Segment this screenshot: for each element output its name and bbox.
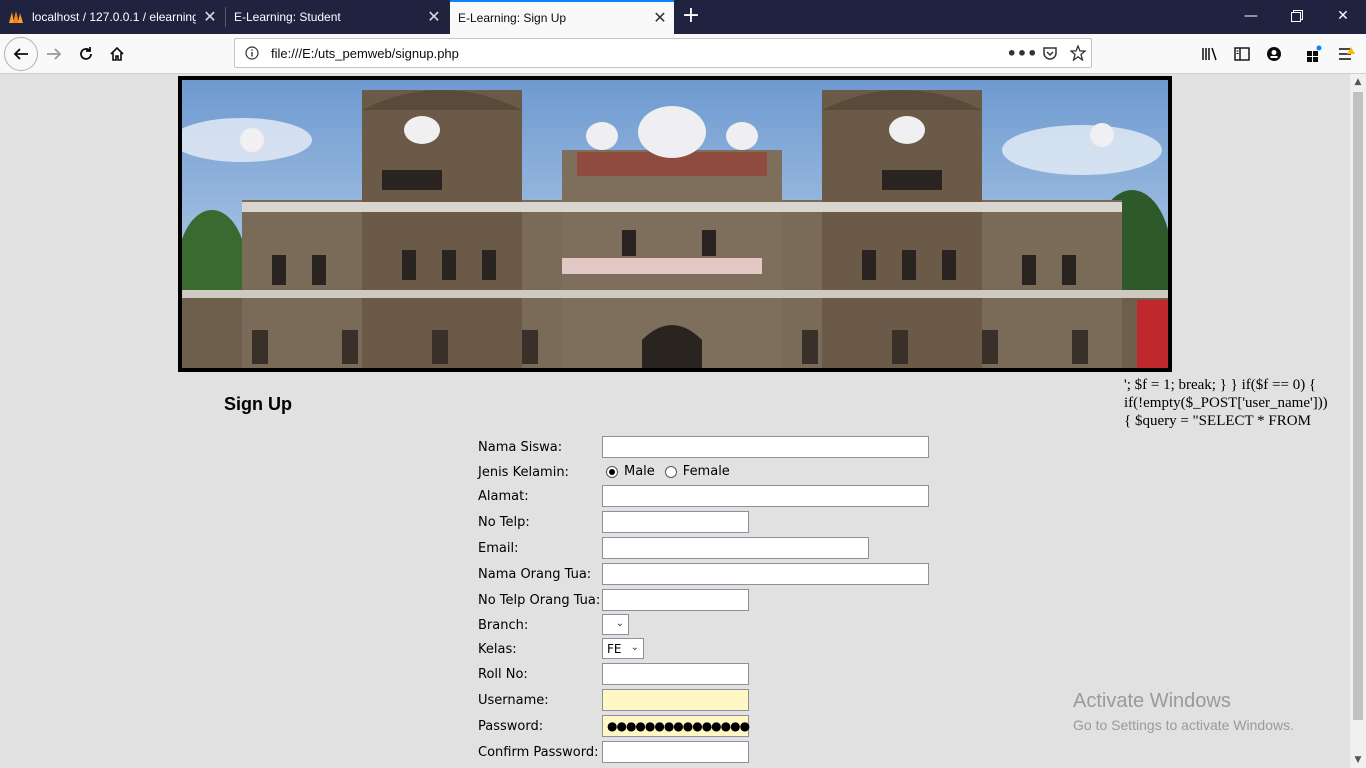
sidebar-icon	[1234, 47, 1250, 61]
back-button[interactable]	[4, 37, 38, 71]
username-label: Username:	[478, 693, 549, 708]
female-radio[interactable]	[664, 465, 677, 478]
nama-siswa-input[interactable]	[602, 436, 929, 458]
tab-title: E-Learning: Sign Up	[458, 11, 567, 25]
chevron-down-icon: ⌄	[630, 642, 639, 653]
restore-button[interactable]	[1274, 0, 1320, 34]
tab-title: localhost / 127.0.0.1 / elearning	[32, 10, 196, 24]
tab-close-icon[interactable]: ✕	[420, 7, 448, 27]
no-telp-orang-tua-input[interactable]	[602, 589, 749, 611]
alamat-input[interactable]	[602, 485, 929, 507]
alamat-label: Alamat:	[478, 489, 529, 504]
minimize-button[interactable]: —	[1228, 0, 1274, 34]
url-text[interactable]: file:///E:/uts_pemweb/signup.php	[271, 46, 459, 61]
sidebar-button[interactable]	[1226, 38, 1258, 70]
home-button[interactable]	[101, 38, 133, 70]
new-tab-button[interactable]: +	[676, 0, 706, 34]
chevron-down-icon: ⌄	[615, 618, 624, 629]
pocket-icon[interactable]	[1037, 39, 1063, 67]
address-bar[interactable]: file:///E:/uts_pemweb/signup.php •••	[234, 38, 1092, 68]
forward-arrow-icon	[47, 48, 62, 60]
extensions-button[interactable]	[1298, 38, 1330, 70]
username-input[interactable]	[602, 689, 749, 711]
confirm-password-label: Confirm Password:	[478, 745, 599, 760]
female-label[interactable]: Female	[683, 464, 730, 479]
email-input[interactable]	[602, 537, 869, 559]
tab-signup[interactable]: E-Learning: Sign Up ✕	[450, 0, 674, 34]
no-telp-orang-tua-label: No Telp Orang Tua:	[478, 593, 601, 608]
male-radio[interactable]	[606, 465, 618, 478]
restore-icon	[1291, 10, 1303, 22]
scroll-up-arrow-icon[interactable]: ▲	[1350, 74, 1366, 90]
password-label: Password:	[478, 719, 544, 734]
vertical-scrollbar[interactable]: ▲ ▼	[1350, 74, 1366, 768]
no-telp-input[interactable]	[602, 511, 749, 533]
menu-button[interactable]	[1330, 38, 1362, 70]
scroll-down-arrow-icon[interactable]: ▼	[1350, 752, 1366, 768]
email-label: Email:	[478, 541, 519, 556]
no-telp-label: No Telp:	[478, 515, 530, 530]
phpmyadmin-icon	[9, 11, 23, 23]
branch-label: Branch:	[478, 618, 529, 633]
hamburger-menu-icon	[1339, 47, 1355, 60]
jenis-kelamin-label: Jenis Kelamin:	[478, 465, 569, 480]
nama-siswa-label: Nama Siswa:	[478, 440, 563, 455]
account-icon	[1267, 47, 1281, 61]
library-button[interactable]	[1194, 38, 1226, 70]
reload-icon	[80, 47, 92, 60]
confirm-password-input[interactable]	[602, 741, 749, 763]
tab-student[interactable]: E-Learning: Student ✕	[226, 0, 448, 34]
tab-title: E-Learning: Student	[234, 10, 341, 24]
nama-orang-tua-label: Nama Orang Tua:	[478, 567, 592, 582]
kelas-select[interactable]: FE ⌄	[602, 638, 644, 659]
kelas-label: Kelas:	[478, 642, 517, 657]
roll-no-input[interactable]	[602, 663, 749, 685]
info-icon[interactable]	[241, 46, 263, 60]
page-title: Sign Up	[224, 394, 292, 414]
reload-button[interactable]	[70, 38, 102, 70]
gender-radio-group: Male Female	[606, 464, 730, 479]
extensions-icon	[1307, 45, 1322, 62]
watermark-title: Activate Windows	[1073, 690, 1231, 712]
windows-activation-watermark: Activate Windows Go to Settings to activ…	[1073, 690, 1294, 733]
tab-close-icon[interactable]: ✕	[646, 8, 674, 28]
home-icon	[110, 46, 124, 61]
branch-select[interactable]: ⌄	[602, 614, 629, 635]
password-mask: ●●●●●●●●●●●●●●●	[607, 719, 750, 733]
tab-strip: localhost / 127.0.0.1 / elearning ✕ E-Le…	[0, 0, 1366, 34]
scrollbar-thumb[interactable]	[1353, 92, 1363, 720]
page-actions-icon[interactable]: •••	[1007, 39, 1038, 67]
library-icon	[1202, 47, 1217, 61]
page-content: '; $f = 1; break; } } if($f == 0) { if(!…	[0, 74, 1350, 768]
kelas-selected-value: FE	[607, 641, 622, 656]
close-window-button[interactable]: ✕	[1320, 0, 1366, 34]
nama-orang-tua-input[interactable]	[602, 563, 929, 585]
navigation-toolbar: file:///E:/uts_pemweb/signup.php •••	[0, 34, 1366, 74]
password-input[interactable]: ●●●●●●●●●●●●●●●	[602, 715, 750, 737]
bookmark-star-icon[interactable]	[1065, 39, 1091, 67]
male-label[interactable]: Male	[624, 464, 655, 479]
tab-phpmyadmin[interactable]: localhost / 127.0.0.1 / elearning ✕	[0, 0, 224, 34]
watermark-subtitle: Go to Settings to activate Windows.	[1073, 717, 1294, 733]
forward-button[interactable]	[38, 38, 70, 70]
account-button[interactable]	[1258, 38, 1290, 70]
back-arrow-icon	[13, 48, 28, 60]
raw-php-code-text: '; $f = 1; break; } } if($f == 0) { if(!…	[1124, 377, 1328, 429]
tab-close-icon[interactable]: ✕	[196, 7, 224, 27]
roll-no-label: Roll No:	[478, 667, 528, 682]
campus-banner-image	[178, 76, 1172, 372]
